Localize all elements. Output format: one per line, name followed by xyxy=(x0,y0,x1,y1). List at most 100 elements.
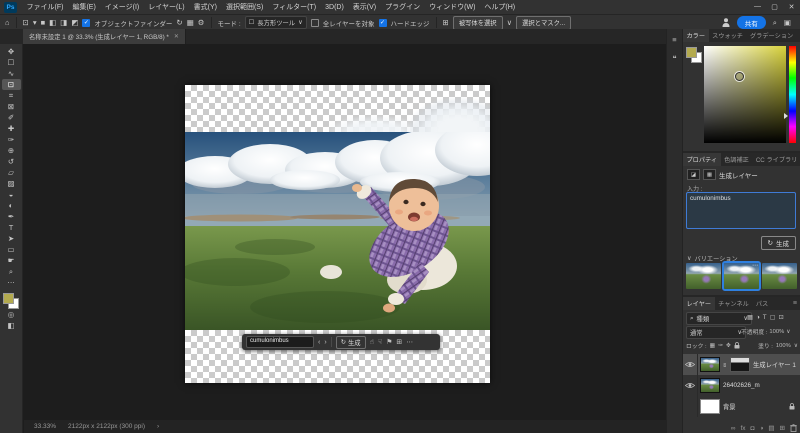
filter-type-icon[interactable]: T xyxy=(763,314,767,321)
variation-thumbnail-3[interactable] xyxy=(762,263,797,289)
crop-tool-button[interactable]: ⌗ xyxy=(2,90,21,101)
healing-brush-tool-button[interactable]: ✚ xyxy=(2,123,21,134)
menu-type[interactable]: 書式(Y) xyxy=(189,2,221,12)
share-button[interactable]: 共有 xyxy=(736,16,766,29)
layer-thumbnail[interactable] xyxy=(700,357,720,372)
chevron-down-icon[interactable]: ∨ xyxy=(786,329,790,335)
hard-edge-checkbox[interactable]: ✓ xyxy=(378,18,387,27)
hue-slider-marker[interactable] xyxy=(784,113,788,119)
show-all-objects-icon[interactable]: ▦ xyxy=(187,19,194,27)
move-tool-button[interactable]: ✥ xyxy=(2,46,21,57)
tab-channels[interactable]: チャンネル xyxy=(715,297,753,310)
comments-panel-icon[interactable]: ❝ xyxy=(672,54,676,63)
blur-tool-button[interactable]: ◒ xyxy=(2,189,21,200)
layer-row-background[interactable]: 背景 xyxy=(683,396,800,417)
select-subject-dropdown-icon[interactable]: ∨ xyxy=(507,19,513,27)
opacity-value[interactable]: 100% xyxy=(769,329,784,335)
tab-color[interactable]: カラー xyxy=(683,29,709,42)
new-group-icon[interactable]: ▤ xyxy=(768,424,774,432)
all-layers-checkbox[interactable] xyxy=(310,18,319,27)
zoom-tool-button[interactable]: ⌕ xyxy=(2,266,21,277)
mode-dropdown[interactable]: ☐ 長方形ツール ∨ xyxy=(244,16,307,29)
tab-close-icon[interactable]: ✕ xyxy=(174,33,179,40)
account-icon[interactable] xyxy=(722,18,730,27)
properties-icon[interactable]: ⊞ xyxy=(396,339,402,346)
dodge-tool-button[interactable]: ◐ xyxy=(2,200,21,211)
foreground-color-chip[interactable] xyxy=(686,47,697,58)
chevron-down-icon[interactable]: ∨ xyxy=(794,343,798,349)
edit-toolbar-button[interactable]: ⋯ xyxy=(2,277,21,288)
menu-plugins[interactable]: プラグイン xyxy=(381,2,425,12)
menu-layer[interactable]: レイヤー(L) xyxy=(144,2,189,12)
gear-icon[interactable]: ⚙ xyxy=(198,19,205,27)
menu-image[interactable]: イメージ(I) xyxy=(100,2,143,12)
blend-mode-dropdown[interactable]: 通常 ∨ xyxy=(686,326,746,339)
menu-file[interactable]: ファイル(F) xyxy=(22,2,68,12)
more-options-icon[interactable]: ⋯ xyxy=(406,339,413,346)
variation-thumbnail-1[interactable] xyxy=(686,263,721,289)
search-icon[interactable]: ⌕ xyxy=(773,19,777,27)
saturation-brightness-field[interactable] xyxy=(704,46,786,143)
screen-mode-button[interactable]: ◧ xyxy=(2,320,21,331)
tool-preset-dropdown-icon[interactable]: ▾ xyxy=(33,19,37,27)
minimize-button[interactable]: — xyxy=(749,3,766,11)
foreground-color-swatch[interactable] xyxy=(3,293,14,304)
path-selection-tool-button[interactable]: ➤ xyxy=(2,233,21,244)
next-variation-button[interactable]: › xyxy=(324,339,326,346)
fill-value[interactable]: 100% xyxy=(776,343,791,349)
history-brush-tool-button[interactable]: ↺ xyxy=(2,156,21,167)
maximize-button[interactable]: ▢ xyxy=(766,3,783,11)
workspace-icon[interactable]: ▣ xyxy=(784,19,791,27)
frame-tool-button[interactable]: ⊠ xyxy=(2,101,21,112)
history-panel-icon[interactable]: ≡ xyxy=(672,35,676,44)
tab-paths[interactable]: パス xyxy=(752,297,771,310)
lasso-tool-button[interactable]: ∿ xyxy=(2,68,21,79)
tab-swatches[interactable]: スウォッチ xyxy=(709,29,747,42)
generate-button[interactable]: ↻ 生成 xyxy=(335,335,366,349)
menu-select[interactable]: 選択範囲(S) xyxy=(221,2,267,12)
variations-header[interactable]: ∨ バリエーション xyxy=(687,254,738,263)
visibility-toggle[interactable] xyxy=(683,354,698,375)
panel-menu-icon[interactable]: ≡ xyxy=(793,297,800,310)
filter-pixel-icon[interactable]: ▦ xyxy=(747,314,753,321)
close-button[interactable]: ✕ xyxy=(783,3,800,11)
lock-all-icon[interactable] xyxy=(734,342,740,349)
brush-tool-button[interactable]: ✑ xyxy=(2,134,21,145)
pen-tool-button[interactable]: ✒ xyxy=(2,211,21,222)
layer-mask-thumbnail[interactable] xyxy=(730,357,750,372)
variation-thumbnail-2-selected[interactable]: ⋯ xyxy=(722,261,761,291)
color-cursor[interactable] xyxy=(735,72,744,81)
layer-filter-dropdown[interactable]: ⌕ 種類 ∨ xyxy=(686,312,752,325)
color-swatch-widget[interactable] xyxy=(3,293,19,309)
menu-view[interactable]: 表示(V) xyxy=(348,2,380,12)
prompt-textarea[interactable]: cumulonimbus xyxy=(686,192,796,229)
menu-window[interactable]: ウィンドウ(W) xyxy=(425,2,480,12)
selection-subtract-icon[interactable]: ◨ xyxy=(60,19,67,27)
select-subject-button[interactable]: 被写体を選択 xyxy=(452,15,503,30)
selection-new-icon[interactable]: ■ xyxy=(41,19,46,27)
link-layers-icon[interactable]: ∞ xyxy=(731,425,736,432)
layer-name[interactable]: 26402626_m xyxy=(723,382,760,389)
lock-transparent-icon[interactable]: ▦ xyxy=(710,343,715,349)
tab-layers[interactable]: レイヤー xyxy=(683,297,715,310)
clone-stamp-tool-button[interactable]: ⊕ xyxy=(2,145,21,156)
tab-gradients[interactable]: グラデーション xyxy=(747,29,797,42)
filter-smart-object-icon[interactable]: ⊡ xyxy=(779,314,784,321)
previous-variation-button[interactable]: ‹ xyxy=(318,339,320,346)
rectangle-tool-button[interactable]: ▭ xyxy=(2,244,21,255)
refresh-icon[interactable]: ↻ xyxy=(176,19,182,27)
adjustment-layer-icon[interactable]: ◑ xyxy=(759,425,763,432)
marquee-tool-button[interactable]: ☐ xyxy=(2,57,21,68)
color-chips[interactable] xyxy=(686,47,702,63)
quick-mask-button[interactable]: ◎ xyxy=(2,309,21,320)
layer-thumbnail[interactable] xyxy=(700,399,720,414)
thumbs-down-icon[interactable]: ☟ xyxy=(378,339,382,346)
thumbs-up-icon[interactable]: ☝ xyxy=(370,339,374,346)
eraser-tool-button[interactable]: ▱ xyxy=(2,167,21,178)
object-finder-checkbox[interactable]: ✓ xyxy=(82,18,91,27)
selection-intersect-icon[interactable]: ◩ xyxy=(71,19,78,27)
menu-filter[interactable]: フィルター(T) xyxy=(268,2,321,12)
zoom-level[interactable]: 33.33% xyxy=(34,423,56,430)
more-options-icon[interactable]: ⋯ xyxy=(752,262,758,269)
filter-adjustment-icon[interactable]: ◑ xyxy=(756,314,760,321)
